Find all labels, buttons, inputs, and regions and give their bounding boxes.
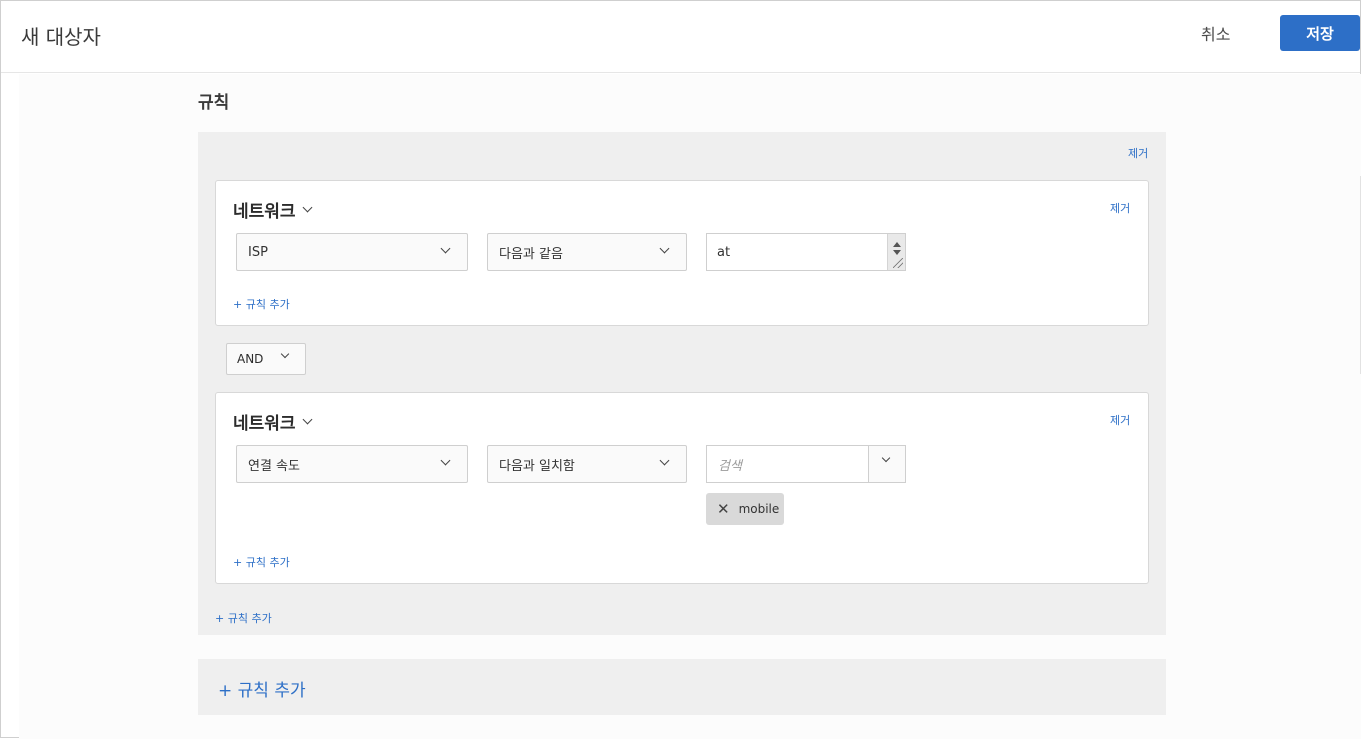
chevron-down-icon	[302, 414, 313, 425]
category-label: 네트워크	[233, 414, 296, 434]
search-placeholder: 검색	[718, 458, 742, 474]
category-dropdown[interactable]: 네트워크	[233, 197, 313, 222]
chevron-down-icon	[280, 349, 290, 359]
search-dropdown-button[interactable]	[868, 446, 905, 482]
chevron-down-icon	[440, 455, 451, 466]
page-title: 새 대상자	[21, 25, 101, 49]
conjunction-value: AND	[237, 352, 264, 366]
header-bar: 새 대상자 취소 저장	[1, 1, 1360, 73]
chevron-down-icon	[440, 243, 451, 254]
operator-value: 다음과 같음	[499, 246, 563, 262]
attribute-select[interactable]: ISP	[236, 233, 468, 271]
value-input[interactable]: at	[706, 233, 906, 271]
dialog-frame: 새 대상자 취소 저장 규칙 제거 네트워크 제거 ISP 다음과 같음 at …	[0, 0, 1361, 739]
add-rule-link[interactable]: + 규칙 추가	[233, 554, 290, 570]
cancel-button[interactable]: 취소	[1201, 21, 1230, 45]
attribute-value: ISP	[248, 244, 268, 260]
remove-rule-link[interactable]: 제거	[1110, 200, 1130, 216]
save-button[interactable]: 저장	[1280, 15, 1360, 51]
rule-card: 네트워크 제거	[215, 392, 1149, 584]
remove-rule-link[interactable]: 제거	[1110, 412, 1130, 428]
section-title: 규칙	[198, 93, 230, 113]
add-rule-link[interactable]: + 규칙 추가	[233, 296, 290, 312]
add-rule-button[interactable]: + 규칙 추가	[218, 676, 306, 701]
operator-select[interactable]: 다음과 일치함	[487, 445, 687, 483]
add-group-rule-link[interactable]: + 규칙 추가	[215, 610, 272, 626]
category-label: 네트워크	[233, 202, 296, 222]
category-dropdown[interactable]: 네트워크	[233, 409, 313, 434]
value-tag: ✕ mobile	[706, 493, 784, 525]
spin-up-icon[interactable]	[893, 242, 901, 247]
chevron-down-icon	[659, 243, 670, 254]
attribute-value: 연결 속도	[248, 458, 300, 474]
search-input[interactable]: 검색	[706, 445, 906, 483]
remove-group-link[interactable]: 제거	[1128, 145, 1148, 161]
chevron-down-icon	[659, 455, 670, 466]
value-text: at	[717, 244, 731, 260]
operator-select[interactable]: 다음과 같음	[487, 233, 687, 271]
chevron-down-icon	[302, 202, 313, 213]
tag-label: mobile	[738, 502, 780, 516]
add-rule-panel	[198, 659, 1166, 715]
operator-value: 다음과 일치함	[499, 458, 575, 474]
attribute-select[interactable]: 연결 속도	[236, 445, 468, 483]
conjunction-select[interactable]: AND	[226, 343, 306, 375]
resize-grip-icon[interactable]	[893, 258, 903, 268]
close-icon[interactable]: ✕	[717, 501, 730, 517]
chevron-down-icon	[881, 453, 891, 463]
spin-down-icon[interactable]	[893, 250, 901, 255]
